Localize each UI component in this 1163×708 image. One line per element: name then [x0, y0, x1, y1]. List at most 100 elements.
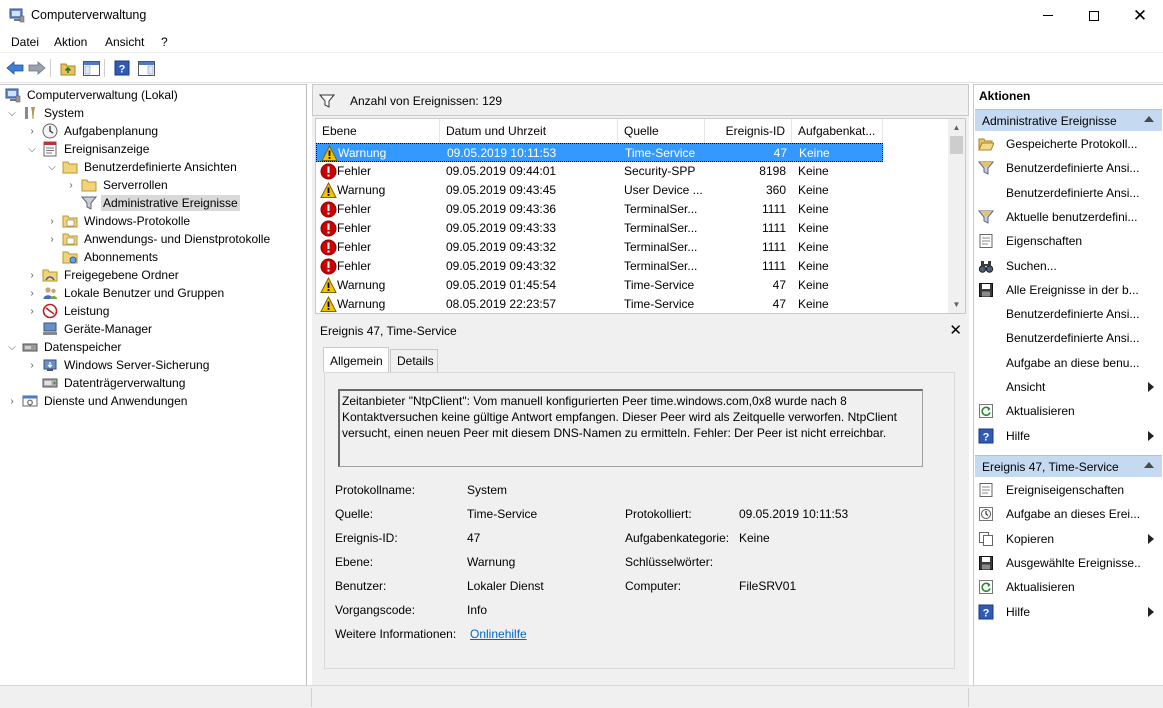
chevron-down-icon[interactable]: ⌵ — [46, 161, 58, 173]
tab-allgemein[interactable]: Allgemein — [323, 347, 389, 372]
label-vorgangscode: Vorgangscode: — [335, 603, 416, 617]
chevron-down-icon[interactable]: ⌵ — [6, 341, 18, 353]
tree-node-leistung[interactable]: › Leistung — [26, 302, 111, 320]
tree-node-abonnements[interactable]: Abonnements — [62, 248, 160, 266]
chevron-right-icon[interactable]: › — [26, 359, 38, 371]
chevron-right-icon[interactable]: › — [46, 215, 58, 227]
action-ausgewählte-ereignisse[interactable]: Ausgewählte Ereignisse... — [978, 553, 1162, 573]
chevron-right-icon[interactable]: › — [26, 125, 38, 137]
back-button[interactable] — [5, 58, 25, 78]
action-alle-ereignisse-in-der-b[interactable]: Alle Ereignisse in der b... — [978, 280, 1162, 300]
action-gespeicherte-protokoll[interactable]: Gespeicherte Protokoll... — [978, 134, 1162, 154]
action-aktualisieren[interactable]: Aktualisieren — [978, 577, 1162, 597]
tree-node-benutzerdefinierte-ansichten[interactable]: ⌵ Benutzerdefinierte Ansichten — [46, 158, 239, 176]
label-weitere-informationen: Weitere Informationen: — [335, 627, 457, 641]
action-aktuelle-benutzerdefini[interactable]: Aktuelle benutzerdefini... — [978, 207, 1162, 227]
action-aufgabe-an-dieses-erei[interactable]: Aufgabe an dieses Erei... — [978, 504, 1162, 524]
action-kopieren[interactable]: Kopieren — [978, 529, 1162, 549]
cell-task: Keine — [798, 183, 829, 197]
tab-details[interactable]: Details — [390, 349, 438, 373]
chevron-right-icon[interactable]: › — [46, 233, 58, 245]
tree-node-system[interactable]: ⌵ System — [6, 104, 86, 122]
chevron-right-icon[interactable]: › — [65, 179, 77, 191]
scroll-down-icon[interactable]: ▼ — [948, 296, 965, 313]
menu-aktion[interactable]: Aktion — [54, 35, 87, 49]
help-button[interactable]: ? — [112, 58, 132, 78]
action-pane-button[interactable] — [136, 58, 156, 78]
menu-ansicht[interactable]: Ansicht — [105, 35, 144, 49]
table-row[interactable]: Fehler 09.05.2019 09:43:32 TerminalSer... 1… — [316, 238, 883, 257]
action-benutzerdefinierte-ansi[interactable]: Benutzerdefinierte Ansi... — [978, 158, 1162, 178]
scrollbar-thumb[interactable] — [950, 136, 963, 154]
onlinehilfe-link[interactable]: Onlinehilfe — [470, 627, 527, 641]
tree-node-server-sicherung[interactable]: › Windows Server-Sicherung — [26, 356, 211, 374]
collapse-icon[interactable] — [1144, 462, 1154, 468]
cell-task: Keine — [798, 164, 829, 178]
action-benutzerdefinierte-ansi[interactable]: Benutzerdefinierte Ansi... — [978, 183, 1162, 203]
tree-node-serverrollen[interactable]: › Serverrollen — [65, 176, 170, 194]
users-icon — [42, 285, 58, 301]
column-header-datum[interactable]: Datum und Uhrzeit — [440, 119, 618, 143]
chevron-down-icon[interactable]: ⌵ — [6, 107, 18, 119]
menu-datei[interactable]: Datei — [11, 35, 39, 49]
vertical-scrollbar[interactable]: ▲ ▼ — [948, 119, 965, 313]
up-button[interactable] — [58, 58, 78, 78]
action-aufgabe-an-diese-benu[interactable]: Aufgabe an diese benu... — [978, 353, 1162, 373]
cell-level: Fehler — [337, 240, 372, 254]
menu-help[interactable]: ? — [161, 35, 168, 49]
cell-date: 09.05.2019 01:45:54 — [446, 278, 557, 292]
tree-node-datenspeicher[interactable]: ⌵ Datenspeicher — [6, 338, 123, 356]
tree-node-dienste-und-anwendungen[interactable]: › Dienste und Anwendungen — [6, 392, 189, 410]
collapse-icon[interactable] — [1144, 116, 1154, 122]
table-row[interactable]: Warnung 09.05.2019 09:43:45 User Device ..… — [316, 181, 883, 200]
show-hide-tree-button[interactable] — [81, 58, 101, 78]
chevron-right-icon[interactable]: › — [26, 305, 38, 317]
action-eigenschaften[interactable]: Eigenschaften — [978, 231, 1162, 251]
forward-button[interactable] — [27, 58, 47, 78]
tree-node-lokale-benutzer[interactable]: › Lokale Benutzer und Gruppen — [26, 284, 226, 302]
table-row[interactable]: Fehler 09.05.2019 09:44:01 Security-SPP 819… — [316, 162, 883, 181]
chevron-down-icon[interactable]: ⌵ — [26, 143, 38, 155]
action-benutzerdefinierte-ansi[interactable]: Benutzerdefinierte Ansi... — [978, 304, 1162, 324]
event-message-box[interactable]: Zeitanbieter "NtpClient": Vom manuell ko… — [338, 389, 923, 467]
tree-node-geraete-manager[interactable]: Geräte-Manager — [42, 320, 154, 338]
value-ebene: Warnung — [467, 555, 516, 569]
action-benutzerdefinierte-ansi[interactable]: Benutzerdefinierte Ansi... — [978, 328, 1162, 348]
event-grid[interactable]: Ebene Datum und Uhrzeit Quelle Ereignis-… — [315, 118, 966, 314]
tree-node-windows-protokolle[interactable]: › Windows-Protokolle — [46, 212, 192, 230]
table-row[interactable]: Warnung 09.05.2019 10:11:53 Time-Service 47… — [316, 143, 883, 162]
tree-node-aufgabenplanung[interactable]: › Aufgabenplanung — [26, 122, 160, 140]
tree-node-root[interactable]: Computerverwaltung (Lokal) — [5, 86, 180, 104]
maximize-button[interactable] — [1071, 0, 1117, 31]
chevron-right-icon[interactable]: › — [26, 269, 38, 281]
column-header-aufgabenkategorie[interactable]: Aufgabenkat... — [792, 119, 883, 143]
tree-node-datentraegerverwaltung[interactable]: Datenträgerverwaltung — [42, 374, 187, 392]
value-benutzer: Lokaler Dienst — [467, 579, 544, 593]
table-row[interactable]: Fehler 09.05.2019 09:43:32 TerminalSer... 1… — [316, 257, 883, 276]
action-suchen[interactable]: Suchen... — [978, 256, 1162, 276]
column-header-ebene[interactable]: Ebene — [316, 119, 440, 143]
table-row[interactable]: Fehler 09.05.2019 09:43:33 TerminalSer... 1… — [316, 219, 883, 238]
action-aktualisieren[interactable]: Aktualisieren — [978, 401, 1162, 421]
column-header-ereignis-id[interactable]: Ereignis-ID — [705, 119, 792, 143]
minimize-button[interactable] — [1025, 0, 1071, 31]
tree-node-administrative-ereignisse[interactable]: Administrative Ereignisse — [81, 194, 240, 212]
actions-section-event[interactable]: Ereignis 47, Time-Service — [975, 455, 1162, 477]
action-ansicht[interactable]: Ansicht — [978, 377, 1162, 397]
chevron-right-icon[interactable]: › — [26, 287, 38, 299]
table-row[interactable]: Warnung 08.05.2019 22:23:57 Time-Service 47… — [316, 295, 883, 313]
scroll-up-icon[interactable]: ▲ — [948, 119, 965, 136]
action-ereigniseigenschaften[interactable]: Ereigniseigenschaften — [978, 480, 1162, 500]
table-row[interactable]: Warnung 09.05.2019 01:45:54 Time-Service 47… — [316, 276, 883, 295]
close-window-button[interactable]: ✕ — [1117, 0, 1163, 31]
action-hilfe[interactable]: ? Hilfe — [978, 602, 1162, 622]
actions-section-administrative[interactable]: Administrative Ereignisse — [975, 109, 1162, 131]
tree-node-ereignisanzeige[interactable]: ⌵ Ereignisanzeige — [26, 140, 151, 158]
chevron-right-icon[interactable]: › — [6, 395, 18, 407]
close-icon[interactable]: ✕ — [949, 321, 962, 339]
table-row[interactable]: Fehler 09.05.2019 09:43:36 TerminalSer... 1… — [316, 200, 883, 219]
column-header-quelle[interactable]: Quelle — [618, 119, 705, 143]
action-hilfe[interactable]: ? Hilfe — [978, 426, 1162, 446]
tree-node-freigegebene-ordner[interactable]: › Freigegebene Ordner — [26, 266, 181, 284]
tree-node-anwendungsprotokolle[interactable]: › Anwendungs- und Dienstprotokolle — [46, 230, 272, 248]
